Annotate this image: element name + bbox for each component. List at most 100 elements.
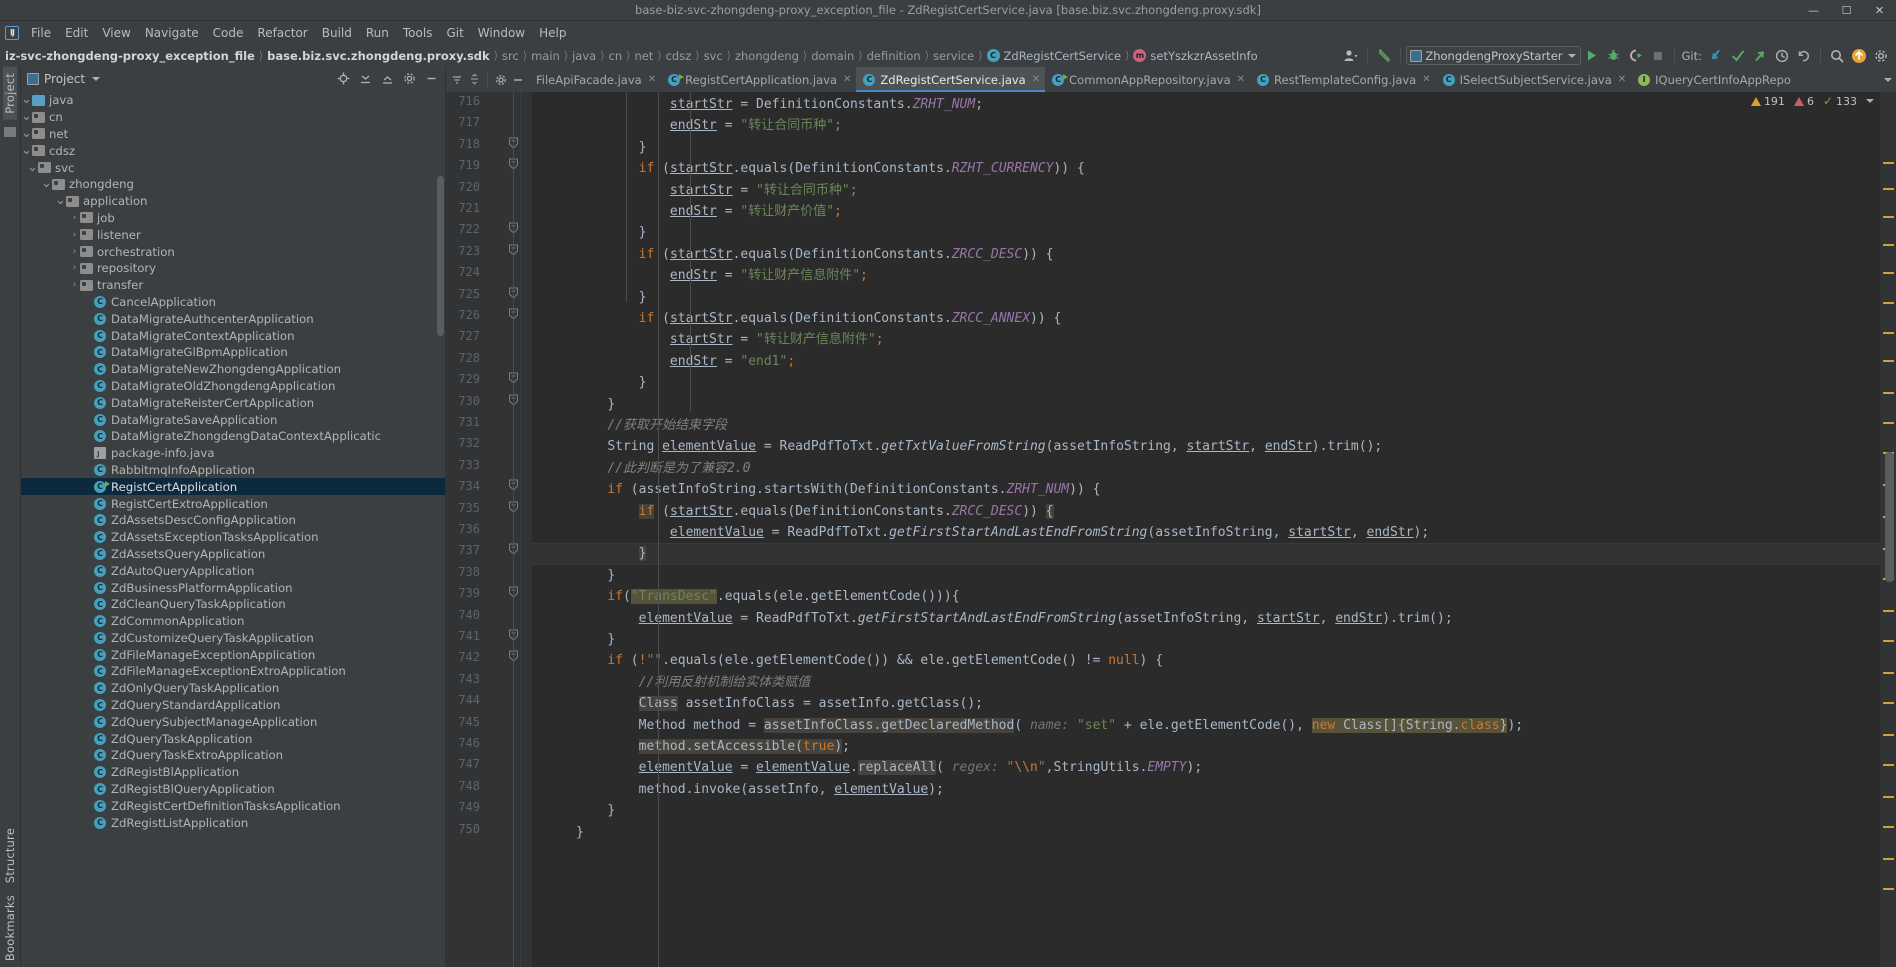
tree-item[interactable]: › transfer [21, 277, 445, 294]
tree-item[interactable]: ⌄ svc [21, 159, 445, 176]
code-line[interactable]: } [576, 822, 584, 843]
tool-window-bookmarks[interactable]: Bookmarks [3, 889, 17, 967]
locate-file-icon[interactable] [332, 68, 354, 89]
code-line[interactable]: endStr = "转让财产信息附件"; [576, 265, 868, 286]
inspection-marker[interactable] [1883, 764, 1894, 766]
tree-item[interactable]: C ZdCustomizeQueryTaskApplication [21, 630, 445, 647]
code-line[interactable]: elementValue = ReadPdfToTxt.getFirstStar… [576, 608, 1453, 629]
search-everywhere-icon[interactable] [1826, 45, 1848, 66]
run-coverage-icon[interactable] [1625, 45, 1647, 66]
editor-tab[interactable]: C ZdRegistCertService.java ✕ [856, 67, 1046, 92]
breadcrumb-service[interactable]: service [930, 44, 977, 67]
inspection-marker[interactable] [1883, 360, 1894, 362]
inspection-marker[interactable] [1883, 702, 1894, 704]
close-tab-icon[interactable]: ✕ [1422, 74, 1430, 85]
tree-item[interactable]: › job [21, 210, 445, 227]
project-scrollbar-thumb[interactable] [437, 176, 444, 336]
tree-item[interactable]: C DataMigrateNewZhongdengApplication [21, 361, 445, 378]
tree-item[interactable]: C ZdRegistCertDefinitionTasksApplication [21, 797, 445, 814]
tree-item[interactable]: C ZdRegistListApplication [21, 814, 445, 831]
code-line[interactable]: startStr = DefinitionConstants.ZRHT_NUM; [576, 94, 983, 115]
inspection-marker[interactable] [1883, 422, 1894, 424]
tree-item[interactable]: C CancelApplication [21, 294, 445, 311]
breadcrumb-net[interactable]: net [631, 44, 656, 67]
tree-item[interactable]: C DataMigrateGlBpmApplication [21, 344, 445, 361]
run-icon[interactable] [1581, 45, 1603, 66]
menu-build[interactable]: Build [315, 24, 359, 42]
tree-item[interactable]: C ZdFileManageExceptionApplication [21, 646, 445, 663]
editor-tabs[interactable]: FileApiFacade.java ✕ C RegistCertApplicatio… [529, 67, 1880, 92]
menu-code[interactable]: Code [206, 24, 251, 42]
tree-item[interactable]: C DataMigrateAuthcenterApplication [21, 310, 445, 327]
rollback-icon[interactable] [1793, 45, 1815, 66]
breadcrumb-project[interactable]: iz-svc-zhongdeng-proxy_exception_file [2, 44, 258, 67]
tree-item[interactable]: ⌄ application [21, 193, 445, 210]
expand-all-icon[interactable] [354, 68, 376, 89]
menu-run[interactable]: Run [359, 24, 396, 42]
chevron-right-icon[interactable]: › [69, 247, 80, 257]
inspection-marker[interactable] [1883, 216, 1894, 218]
tree-item[interactable]: C ZdQueryTaskApplication [21, 730, 445, 747]
code-line[interactable]: //利用反射机制给实体类赋值 [576, 672, 811, 693]
tree-item[interactable]: ⌄ zhongdeng [21, 176, 445, 193]
menu-tools[interactable]: Tools [396, 24, 440, 42]
code-line[interactable]: } [576, 372, 647, 393]
code-line[interactable]: } [576, 543, 647, 564]
update-project-icon[interactable] [1705, 45, 1727, 66]
tree-item[interactable]: C ZdFileManageExceptionExtroApplication [21, 663, 445, 680]
chevron-down-icon[interactable]: ⌄ [21, 144, 32, 157]
push-icon[interactable] [1749, 45, 1771, 66]
code-line[interactable]: } [576, 394, 615, 415]
warning-count[interactable]: 191 [1750, 95, 1785, 108]
inspection-marker[interactable] [1883, 796, 1894, 798]
folder-icon[interactable] [4, 126, 16, 137]
code-line[interactable]: startStr = "转让合同币种"; [576, 180, 858, 201]
breadcrumb-cn[interactable]: cn [606, 44, 626, 67]
gear-icon[interactable] [398, 68, 420, 89]
breadcrumb-zhongdeng[interactable]: zhongdeng [732, 44, 802, 67]
code-line[interactable]: endStr = "转让财产价值"; [576, 201, 842, 222]
code-line[interactable]: } [576, 629, 615, 650]
editor-scrollbar-thumb[interactable] [1885, 452, 1894, 582]
inspection-marker[interactable] [1883, 188, 1894, 190]
chevron-down-icon[interactable]: ⌄ [21, 93, 32, 106]
code-line[interactable]: } [576, 800, 615, 821]
chevron-right-icon[interactable]: › [69, 280, 80, 290]
menu-navigate[interactable]: Navigate [138, 24, 206, 42]
menu-file[interactable]: File [24, 24, 58, 42]
breadcrumb-cdsz[interactable]: cdsz [663, 44, 695, 67]
tree-item[interactable]: C DataMigrateOldZhongdengApplication [21, 378, 445, 395]
editor-tab[interactable]: I IQueryCertInfoAppRepo [1631, 67, 1796, 92]
tree-item[interactable]: package-info.java [21, 445, 445, 462]
inspection-marker[interactable] [1883, 888, 1894, 890]
inspection-marker[interactable] [1883, 392, 1894, 394]
tree-item[interactable]: C ZdQuerySubjectManageApplication [21, 713, 445, 730]
debug-icon[interactable] [1603, 45, 1625, 66]
tree-item[interactable]: C ZdQueryStandardApplication [21, 697, 445, 714]
code-line[interactable]: } [576, 137, 647, 158]
tool-window-structure[interactable]: Structure [3, 822, 17, 889]
code-line[interactable]: //此判断是为了兼容2.0 [576, 458, 750, 479]
tree-item[interactable]: C ZdAssetsDescConfigApplication [21, 512, 445, 529]
code-line[interactable]: } [576, 222, 647, 243]
code-line[interactable]: method.invoke(assetInfo, elementValue); [576, 779, 944, 800]
breadcrumb-definition[interactable]: definition [864, 44, 924, 67]
tree-item[interactable]: C ZdBusinessPlatformApplication [21, 579, 445, 596]
code-line[interactable]: if (startStr.equals(DefinitionConstants.… [576, 501, 1054, 522]
breadcrumb-main[interactable]: main [528, 44, 563, 67]
chevron-right-icon[interactable]: › [69, 263, 80, 273]
tree-item[interactable]: C ZdQueryTaskExtroApplication [21, 747, 445, 764]
breadcrumb-method[interactable]: m setYszkzrAssetInfo [1130, 44, 1260, 67]
menu-view[interactable]: View [95, 24, 137, 42]
collapse-all-icon[interactable] [376, 68, 398, 89]
code-line[interactable]: Class assetInfoClass = assetInfo.getClas… [576, 693, 983, 714]
code-line[interactable]: if("TransDesc".equals(ele.getElementCode… [576, 586, 960, 607]
tree-item[interactable]: C DataMigrateSaveApplication [21, 411, 445, 428]
close-tab-icon[interactable]: ✕ [1032, 74, 1040, 85]
code-line[interactable]: if (assetInfoString.startsWith(Definitio… [576, 479, 1100, 500]
chevron-down-icon[interactable]: ⌄ [27, 161, 38, 174]
chevron-down-icon[interactable] [92, 76, 101, 81]
tool-window-project[interactable]: Project [3, 67, 17, 120]
inspection-marker[interactable] [1883, 640, 1894, 642]
code-line[interactable]: endStr = "转让合同币种"; [576, 115, 842, 136]
